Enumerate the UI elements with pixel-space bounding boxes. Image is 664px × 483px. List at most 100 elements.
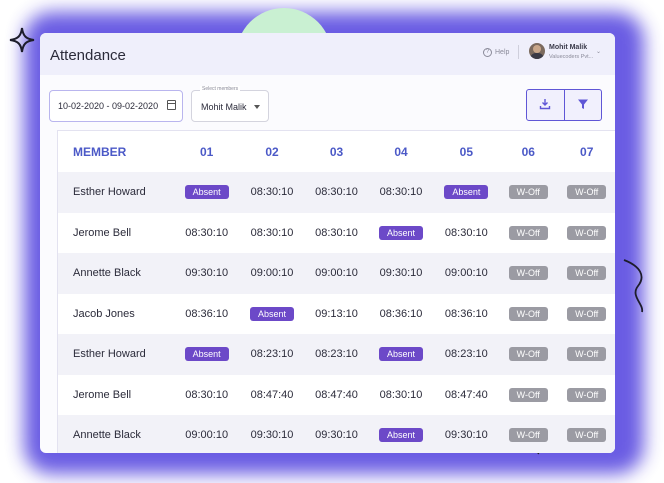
- user-name[interactable]: Mohit Malik: [549, 44, 587, 51]
- check-in-time: 08:30:10: [185, 388, 229, 401]
- filter-icon: [577, 99, 588, 109]
- check-in-time: 08:47:40: [315, 388, 358, 401]
- attendance-cell: Absent: [433, 172, 500, 213]
- weekoff-badge: W-Off: [508, 387, 548, 402]
- attendance-cell: W-Off: [499, 213, 557, 254]
- member-select-legend: Select members: [200, 86, 241, 92]
- check-in-time: 08:30:10: [315, 226, 358, 239]
- attendance-cell: W-Off: [557, 213, 615, 254]
- check-in-time: 08:36:10: [185, 307, 229, 320]
- check-in-time: 08:23:10: [239, 334, 305, 375]
- attendance-cell: W-Off: [499, 172, 558, 213]
- absent-badge: Absent: [378, 225, 424, 240]
- weekoff-badge: W-Off: [567, 428, 607, 443]
- filter-button[interactable]: [563, 90, 602, 120]
- check-in-time: 09:30:10: [433, 415, 500, 453]
- weekoff-badge: W-Off: [567, 387, 607, 402]
- weekoff-badge: W-Off: [508, 306, 548, 321]
- absent-badge: Absent: [184, 347, 229, 362]
- column-header-day: 04: [394, 144, 408, 159]
- attendance-cell: Absent: [174, 334, 240, 375]
- help-icon: ?: [483, 48, 492, 57]
- check-in-time: 08:30:10: [304, 172, 369, 213]
- check-in-time: 08:30:10: [250, 226, 294, 239]
- member-name: Esther Howard: [58, 172, 174, 213]
- attendance-cell: W-Off: [499, 334, 558, 375]
- title-bar: Attendance ? Help Mohit Malik Valuecoder…: [40, 33, 615, 75]
- check-in-time: 09:30:10: [239, 415, 305, 453]
- help-link[interactable]: ? Help: [483, 48, 509, 57]
- attendance-cell: W-Off: [557, 334, 615, 375]
- user-org: Valuecoders Pvt...: [549, 54, 594, 60]
- check-in-time: 08:36:10: [379, 307, 423, 320]
- member-select[interactable]: Select members Mohit Malik: [191, 86, 269, 122]
- table-header-row: MEMBER 01 02 03 04 05 06 07: [58, 131, 615, 172]
- check-in-time: 08:30:10: [379, 388, 423, 401]
- attendance-cell: W-Off: [557, 253, 615, 294]
- download-icon: [539, 99, 551, 110]
- table-row: Jacob Jones 08:36:10 Absent 09:13:10 08:36:1…: [58, 294, 615, 335]
- attendance-cell: Absent: [368, 415, 434, 453]
- download-button[interactable]: [527, 90, 564, 120]
- date-range-picker[interactable]: 10-02-2020 - 09-02-2020: [49, 90, 183, 122]
- column-header-day: 06: [521, 144, 535, 159]
- check-in-time: 09:13:10: [315, 307, 358, 320]
- calendar-icon[interactable]: [167, 100, 176, 110]
- check-in-time: 08:47:40: [444, 388, 488, 401]
- absent-badge: Absent: [378, 428, 424, 443]
- table-row: Annette Black 09:30:10 09:00:10 09:00:10 09:…: [58, 253, 615, 294]
- table-row: Esther Howard Absent 08:30:10 08:30:10 08:30…: [58, 172, 615, 213]
- check-in-time: 08:23:10: [304, 334, 369, 375]
- weekoff-badge: W-Off: [567, 306, 607, 321]
- column-header-day: 01: [199, 144, 214, 159]
- weekoff-badge: W-Off: [508, 347, 548, 362]
- weekoff-badge: W-Off: [567, 225, 607, 240]
- check-in-time: 09:00:10: [239, 253, 305, 294]
- member-name: Jerome Bell: [73, 388, 132, 401]
- date-range-value: 10-02-2020 - 09-02-2020: [58, 101, 159, 111]
- attendance-cell: W-Off: [499, 415, 558, 453]
- attendance-window: Attendance ? Help Mohit Malik Valuecoder…: [40, 33, 615, 453]
- check-in-time: 08:47:40: [250, 388, 294, 401]
- check-in-time: 09:00:10: [174, 415, 240, 453]
- check-in-time: 08:30:10: [368, 172, 434, 213]
- column-header-day: 03: [329, 144, 344, 159]
- absent-badge: Absent: [444, 185, 489, 200]
- member-name: Annette Black: [58, 415, 174, 453]
- weekoff-badge: W-Off: [508, 225, 548, 240]
- chevron-down-icon[interactable]: ⌄: [596, 48, 601, 55]
- member-name: Jerome Bell: [73, 226, 132, 239]
- member-name: Jacob Jones: [73, 307, 135, 320]
- caret-down-icon: [254, 105, 260, 109]
- header-divider: [518, 45, 519, 59]
- attendance-cell: W-Off: [499, 253, 558, 294]
- check-in-time: 09:30:10: [304, 415, 369, 453]
- attendance-cell: W-Off: [557, 294, 615, 335]
- table-row: Jerome Bell 08:30:10 08:47:40 08:47:40 08:30…: [58, 375, 615, 416]
- absent-badge: Absent: [250, 306, 295, 321]
- attendance-table: MEMBER 01 02 03 04 05 06 07 Esther Howard Absent…: [57, 130, 615, 453]
- avatar[interactable]: [529, 43, 545, 59]
- absent-badge: Absent: [184, 185, 229, 200]
- column-header-member: MEMBER: [73, 144, 127, 159]
- check-in-time: 09:00:10: [304, 253, 369, 294]
- column-header-day: 02: [265, 144, 279, 159]
- member-select-value: Mohit Malik: [201, 102, 247, 112]
- check-in-time: 09:30:10: [368, 253, 434, 294]
- action-button-group: [526, 89, 602, 121]
- check-in-time: 08:36:10: [444, 307, 488, 320]
- page-title: Attendance: [50, 47, 126, 64]
- table-row: Esther Howard Absent 08:23:10 08:23:10 Absen…: [58, 334, 615, 375]
- weekoff-badge: W-Off: [567, 266, 607, 281]
- attendance-cell: W-Off: [557, 415, 615, 453]
- attendance-cell: Absent: [368, 213, 433, 254]
- attendance-cell: Absent: [239, 294, 304, 335]
- member-name: Annette Black: [58, 253, 174, 294]
- sparkle-icon: [9, 27, 35, 53]
- member-name: Esther Howard: [58, 334, 174, 375]
- absent-badge: Absent: [378, 347, 424, 362]
- weekoff-badge: W-Off: [508, 266, 548, 281]
- weekoff-badge: W-Off: [567, 185, 607, 200]
- attendance-cell: W-Off: [557, 172, 615, 213]
- attendance-cell: Absent: [174, 172, 240, 213]
